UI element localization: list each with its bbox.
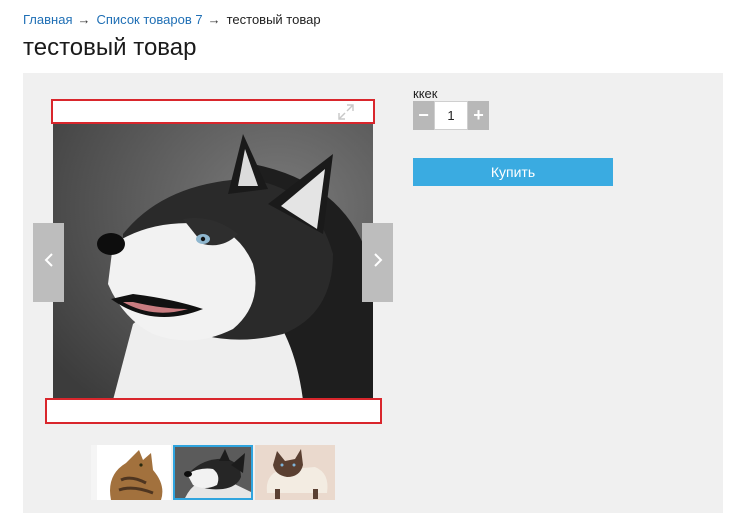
siamese-cat-photo [255, 445, 335, 500]
chevron-left-icon [44, 252, 54, 273]
chevron-right-icon [373, 252, 383, 273]
breadcrumb-current: тестовый товар [226, 12, 321, 27]
quantity-label: ккек [413, 86, 438, 101]
gallery-next-button[interactable] [362, 223, 393, 302]
thumbnail-siamese-cat[interactable] [255, 445, 335, 500]
breadcrumb: Главная → Список товаров 7 → тестовый то… [23, 12, 321, 27]
gallery-prev-button[interactable] [33, 223, 64, 302]
husky-dog-photo [53, 124, 373, 400]
gallery-top-bar [51, 99, 375, 124]
breadcrumb-home-link[interactable]: Главная [23, 12, 72, 27]
page-title: тестовый товар [23, 34, 197, 61]
bengal-cat-photo [91, 445, 171, 500]
thumbnail-husky-dog[interactable] [173, 445, 253, 500]
breadcrumb-separator: → [207, 12, 221, 27]
main-product-photo[interactable] [53, 124, 373, 400]
breadcrumb-category-link[interactable]: Список товаров 7 [96, 12, 202, 27]
gallery-bottom-bar [45, 398, 382, 424]
quantity-stepper: − + [413, 101, 489, 130]
thumbnail-bengal-cat[interactable] [91, 445, 171, 500]
breadcrumb-separator: → [77, 12, 91, 27]
quantity-decrease-button[interactable]: − [413, 101, 434, 130]
husky-dog-photo [175, 447, 251, 498]
quantity-increase-button[interactable]: + [468, 101, 489, 130]
buy-button[interactable]: Купить [413, 158, 613, 186]
quantity-input[interactable] [434, 101, 468, 130]
expand-icon[interactable] [337, 103, 355, 121]
